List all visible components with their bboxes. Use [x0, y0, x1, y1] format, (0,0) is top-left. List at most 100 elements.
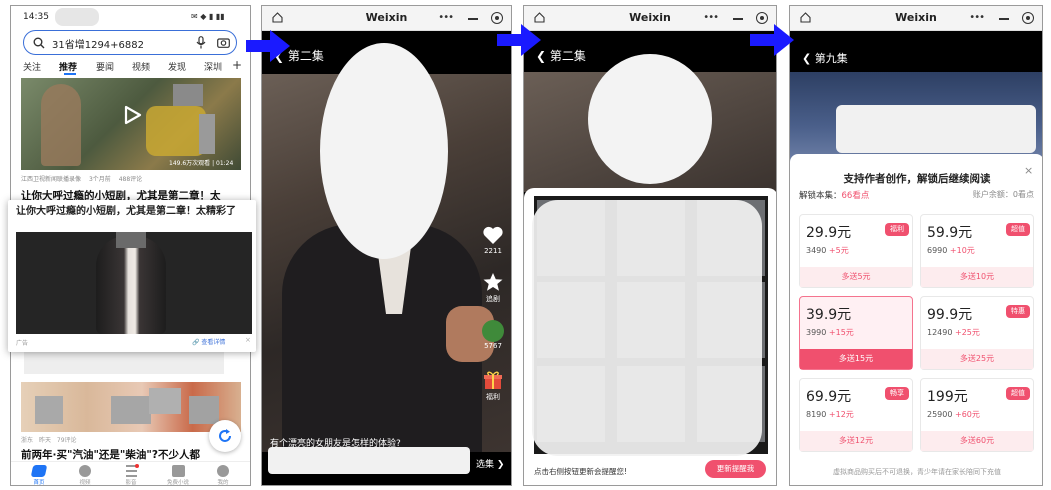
video-thumbnail[interactable]: 149.6万次观看 | 01:24 — [21, 78, 241, 170]
tab-recommend[interactable]: 推荐 — [59, 60, 77, 73]
plan-bonus: +5元 — [828, 246, 849, 255]
plan-price: 199元 — [927, 389, 968, 405]
plan-card[interactable]: 99.9元 12490 +25元 特惠 多送25元 — [920, 296, 1034, 370]
paywall-close-icon[interactable]: × — [1024, 164, 1033, 177]
gift-button[interactable]: 福利 — [480, 370, 506, 402]
profile-nav-icon — [217, 465, 229, 477]
unlock-cost-row: 解锁本集：66看点 — [799, 189, 869, 201]
nav-home[interactable]: 首页 — [27, 465, 51, 486]
plan-bonus-strip: 多送5元 — [800, 267, 912, 287]
ad-detail-link[interactable]: 🔗 查看详情 — [192, 337, 225, 346]
like-count: 2211 — [484, 247, 502, 255]
ad-figure — [96, 236, 166, 334]
close-icon[interactable] — [1022, 12, 1034, 24]
more-icon[interactable]: ••• — [438, 12, 454, 23]
face-privacy-mask — [320, 43, 448, 259]
episode-title-label: 第二集 — [549, 49, 586, 63]
face-blur-2 — [199, 114, 215, 154]
add-channel-icon[interactable]: + — [232, 58, 242, 72]
plan-card[interactable]: 29.9元 3490 +5元 福利 多送5元 — [799, 214, 913, 288]
plan-card[interactable]: 199元 25900 +60元 超值 多送60元 — [920, 378, 1034, 452]
episode-title-label: 第九集 — [814, 52, 848, 65]
unlock-cost: 66看点 — [841, 191, 870, 201]
nav-media[interactable]: 影音 — [119, 464, 143, 486]
plan-points: 8190 +12元 — [806, 409, 854, 420]
bottom-news-headline[interactable]: 前两年·买"汽油"还是"柴油"?不少人都 — [21, 447, 247, 462]
weixin-titlebar: Weixin ••• — [524, 6, 776, 31]
plan-points: 25900 +60元 — [927, 409, 980, 420]
plan-card-selected[interactable]: 39.9元 3990 +15元 多送15元 — [799, 296, 913, 370]
news-meta-row: 浙东 昨天 79评论 — [21, 435, 77, 444]
face-blur-6 — [189, 396, 219, 424]
nav-me[interactable]: 我的 — [211, 465, 235, 485]
more-icon[interactable]: ••• — [969, 12, 985, 23]
ad-popup-title: 让你大呼过瘾的小短剧，尤其是第二章！太精彩了 — [16, 206, 236, 217]
tab-news[interactable]: 要闻 — [96, 60, 114, 73]
search-bar[interactable]: 31省增1294+6882 — [23, 30, 237, 55]
video-time: 3个月前 — [88, 176, 111, 183]
nav-video[interactable]: 视频 — [73, 465, 97, 486]
plan-bonus-strip: 多送10元 — [921, 267, 1033, 287]
more-icon[interactable]: ••• — [703, 12, 719, 23]
tab-video[interactable]: 视频 — [132, 60, 150, 73]
weixin-titlebar: Weixin ••• — [790, 6, 1042, 31]
ad-close-icon[interactable]: × — [245, 336, 251, 344]
refresh-button[interactable] — [209, 420, 241, 452]
plan-card[interactable]: 59.9元 6990 +10元 超值 多送10元 — [920, 214, 1034, 288]
plan-card[interactable]: 69.9元 8190 +12元 畅享 多送12元 — [799, 378, 913, 452]
share-button[interactable]: 5767 — [480, 320, 506, 350]
plan-base: 3990 — [806, 328, 827, 337]
video-source: 江西卫视新闻联播录像 — [21, 176, 82, 183]
episode-title[interactable]: ❮ 第九集 — [802, 50, 848, 66]
plan-bonus: +12元 — [828, 410, 854, 419]
minimize-icon[interactable] — [733, 18, 743, 20]
nav-home-label: 首页 — [33, 480, 45, 486]
microphone-icon[interactable] — [196, 36, 206, 49]
nav-media-label: 影音 — [125, 480, 137, 486]
nav-novel[interactable]: 免费小说 — [161, 465, 195, 485]
episode-select-button[interactable]: 选集 ❯ — [476, 457, 504, 470]
nav-video-label: 视频 — [79, 480, 91, 486]
plan-price: 29.9元 — [806, 225, 852, 241]
ad-detail-label: 查看详情 — [201, 339, 226, 346]
episode-title-label: 第二集 — [287, 49, 324, 63]
share-icon — [482, 320, 504, 342]
ad-popup-card[interactable]: 让你大呼过瘾的小短剧，尤其是第二章！太精彩了 广告 🔗 查看详情 × — [8, 200, 256, 352]
blurred-news-images — [21, 382, 241, 432]
plan-tag: 超值 — [1006, 387, 1030, 400]
remind-me-button[interactable]: 更新提醒我 — [705, 460, 766, 478]
popup-below-blur — [24, 352, 224, 374]
tab-discover[interactable]: 发现 — [168, 60, 186, 73]
minimize-icon[interactable] — [999, 18, 1009, 20]
status-blur — [55, 8, 99, 26]
video-overlay-stats: 149.6万次观看 | 01:24 — [169, 160, 234, 167]
plan-tag: 特惠 — [1006, 305, 1030, 318]
video-player-screen: Weixin ••• ❮ 第二集 2211 追剧 5767 福利 有个漂亮的女朋… — [261, 5, 512, 486]
tab-shenzhen[interactable]: 深圳 — [204, 60, 222, 73]
minimize-icon[interactable] — [468, 18, 478, 20]
like-button[interactable]: 2211 — [480, 225, 506, 255]
book-nav-icon — [171, 465, 185, 477]
close-icon[interactable] — [491, 12, 503, 24]
camera-icon[interactable] — [217, 37, 230, 48]
plan-bonus-strip: 多送12元 — [800, 431, 912, 451]
update-tip: 点击右侧按钮更新会提醒您! — [534, 467, 628, 476]
search-query: 31省增1294+6882 — [52, 40, 145, 51]
plan-price: 99.9元 — [927, 307, 973, 323]
close-icon[interactable] — [756, 12, 768, 24]
episode-title[interactable]: ❮ 第二集 — [536, 47, 586, 64]
news-time: 昨天 — [38, 437, 51, 444]
plan-base: 12490 — [927, 328, 953, 337]
weixin-titlebar: Weixin ••• — [262, 6, 511, 31]
follow-drama-button[interactable]: 追剧 — [480, 272, 506, 304]
face-blur-1 — [173, 84, 203, 106]
plan-base: 3490 — [806, 246, 827, 255]
follow-label: 追剧 — [486, 295, 500, 303]
tab-follow[interactable]: 关注 — [23, 60, 41, 73]
play-icon[interactable] — [121, 104, 143, 126]
ad-video-thumbnail[interactable] — [16, 232, 252, 334]
home-icon — [30, 465, 48, 477]
paywall-screen: Weixin ••• ❮ 第九集 支持作者创作，解锁后继续阅读 × 解锁本集：6… — [789, 5, 1043, 486]
episode-sheet: 点击右侧按钮更新会提醒您! 更新提醒我 — [524, 188, 776, 485]
paywall-sheet: 支持作者创作，解锁后继续阅读 × 解锁本集：66看点 账户余额：0看点 29.9… — [790, 154, 1042, 485]
